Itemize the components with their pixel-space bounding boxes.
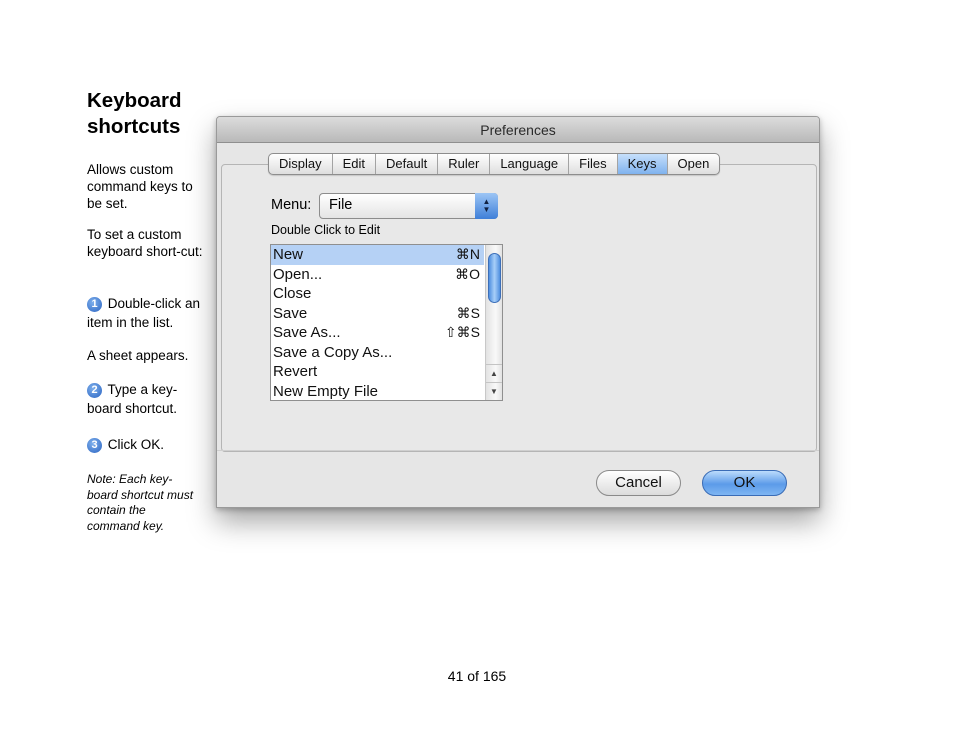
item-shortcut: ⇧⌘S <box>444 324 480 340</box>
step-3-number: 3 <box>87 438 102 453</box>
shortcut-list[interactable]: New ⌘N Open... ⌘O Close Save ⌘S Save As... ⇧… <box>270 244 503 401</box>
list-item[interactable]: Close <box>271 284 484 304</box>
list-item[interactable]: Revert <box>271 362 484 382</box>
menu-popup[interactable]: File ▲ ▼ <box>319 193 498 219</box>
item-label: New <box>273 246 304 263</box>
updown-arrows-icon: ▲ ▼ <box>475 193 498 219</box>
page-number: 41 of 165 <box>447 668 507 684</box>
step-1: 1 Double-click an item in the list. <box>87 294 207 332</box>
menu-popup-value: File <box>329 197 353 213</box>
tab-keys[interactable]: Keys <box>617 154 668 174</box>
tab-open[interactable]: Open <box>668 154 720 174</box>
intro-text: Allows custom command keys to be set. <box>87 162 193 211</box>
step-1-number: 1 <box>87 297 102 312</box>
page-title: Keyboard shortcuts <box>87 89 182 138</box>
title-bar[interactable]: Preferences <box>217 117 819 143</box>
tab-default[interactable]: Default <box>376 154 439 174</box>
item-label: Save As... <box>273 324 341 341</box>
scrollbar-thumb[interactable] <box>488 253 501 303</box>
note-text: Note: Each key-board shortcut must conta… <box>87 472 194 533</box>
list-item[interactable]: Open... ⌘O <box>271 265 484 285</box>
list-item[interactable]: New ⌘N <box>271 245 484 265</box>
step-1-text: Double-click an item in the list. <box>87 296 201 330</box>
item-shortcut: ⌘N <box>455 246 480 262</box>
divider <box>217 450 819 451</box>
tab-files[interactable]: Files <box>569 154 618 174</box>
item-label: New Empty File <box>273 382 379 400</box>
item-label: Save a Copy As... <box>273 343 393 361</box>
scroll-up-arrow-icon[interactable]: ▲ <box>486 364 502 381</box>
menu-label: Menu: <box>271 197 312 213</box>
step-3-text: Click OK. <box>107 437 165 452</box>
tab-edit[interactable]: Edit <box>333 154 377 174</box>
item-shortcut: ⌘O <box>455 265 480 282</box>
scroll-down-arrow-icon[interactable]: ▼ <box>486 382 502 399</box>
preferences-window: Preferences Display Edit Default Ruler L… <box>216 116 820 508</box>
list-scrollbar[interactable]: ▲ ▼ <box>485 245 502 400</box>
tab-bar: Display Edit Default Ruler Language File… <box>268 153 721 175</box>
window-title: Preferences <box>480 122 556 138</box>
list-item[interactable]: Save a Copy As... <box>271 343 484 363</box>
step-2-number: 2 <box>87 383 102 398</box>
double-click-hint: Double Click to Edit <box>271 223 381 237</box>
tab-language[interactable]: Language <box>490 154 570 174</box>
item-label: Close <box>273 285 312 302</box>
item-label: Open... <box>273 265 323 283</box>
item-label: Save <box>273 304 308 322</box>
item-label: Revert <box>273 363 318 380</box>
cancel-button[interactable]: Cancel <box>596 470 681 496</box>
tab-display[interactable]: Display <box>269 154 333 174</box>
step-3: 3 Click OK. <box>87 436 205 453</box>
item-shortcut: ⌘S <box>456 304 480 321</box>
tab-ruler[interactable]: Ruler <box>438 154 491 174</box>
step-2: 2 Type a key-board shortcut. <box>87 380 205 418</box>
sheet-text: A sheet appears. <box>87 348 189 363</box>
instruction-text: To set a custom keyboard short-cut: <box>87 227 203 259</box>
ok-button[interactable]: OK <box>702 470 787 496</box>
list-item[interactable]: Save As... ⇧⌘S <box>271 323 484 343</box>
list-item[interactable]: Save ⌘S <box>271 304 484 324</box>
side-column: Keyboard shortcuts Allows custom command… <box>87 88 205 533</box>
list-item[interactable]: New Empty File <box>271 382 484 402</box>
